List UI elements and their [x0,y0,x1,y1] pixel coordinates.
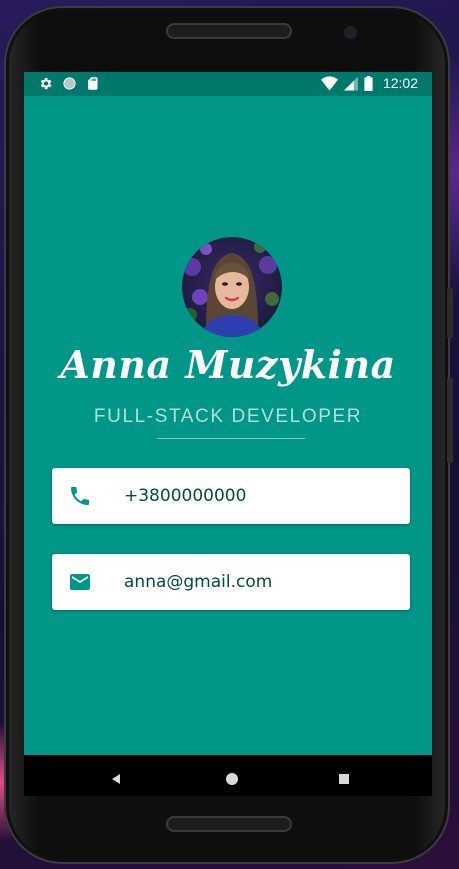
navigation-bar [24,755,432,796]
status-bar: 12:02 [24,72,432,96]
top-speaker [166,23,292,39]
back-icon[interactable] [104,767,128,791]
profile-photo [182,237,282,337]
battery-icon [364,75,373,91]
profile-title: FULL-STACK DEVELOPER [93,406,363,427]
profile-avatar [182,237,282,337]
status-left-icons [38,76,99,91]
settings-icon [40,77,52,90]
signal-icon [343,76,358,90]
circle-icon [63,77,76,90]
email-icon [70,574,90,590]
email-address: anna@gmail.com [124,572,273,592]
title-divider [157,438,305,439]
volume-button[interactable] [447,378,453,463]
wifi-icon [320,75,338,91]
phone-icon [71,487,89,505]
phone-card[interactable]: +3800000000 [52,468,410,524]
status-right-icons: 12:02 [320,75,418,91]
bottom-speaker [166,816,292,832]
recents-icon[interactable] [332,767,356,791]
front-camera [346,28,355,37]
home-icon[interactable] [220,767,244,791]
phone-number: +3800000000 [124,486,247,506]
app-screen: 12:02 Anna Muzykina FULL-STACK DEVELOPER… [24,72,432,796]
profile-name: Anna Muzykina [60,342,396,387]
email-card[interactable]: anna@gmail.com [52,554,410,610]
sd-card-icon [88,77,98,90]
power-button[interactable] [447,288,453,338]
status-clock: 12:02 [382,75,418,91]
device-frame: 12:02 Anna Muzykina FULL-STACK DEVELOPER… [4,6,453,864]
